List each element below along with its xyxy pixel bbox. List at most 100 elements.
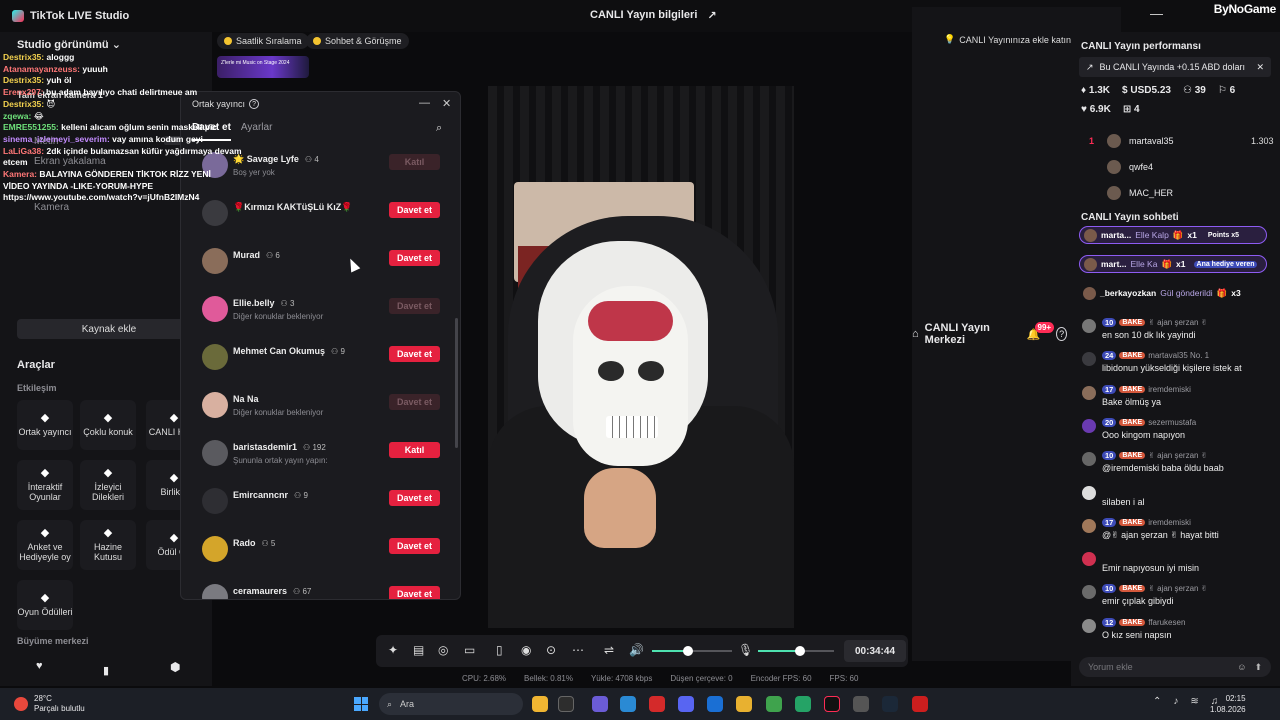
help-icon[interactable]: ?: [1056, 327, 1068, 341]
minimize-icon[interactable]: —: [419, 97, 430, 109]
volume-knob[interactable]: [683, 646, 693, 656]
taskbar-search[interactable]: ⌕ Ara: [379, 693, 523, 715]
home-icon[interactable]: ⌂: [912, 328, 919, 340]
discord-icon[interactable]: [678, 696, 694, 712]
tool-4[interactable]: ◆ İzleyici Dilekleri: [80, 460, 136, 510]
opera-icon[interactable]: [649, 696, 665, 712]
invite-button[interactable]: Davet et: [389, 250, 440, 266]
cohost-name-text: Ellie.belly: [233, 298, 275, 308]
scrollbar[interactable]: [455, 318, 458, 448]
avatar[interactable]: [202, 536, 228, 562]
share-icon[interactable]: ↗: [707, 9, 716, 22]
ranking-row[interactable]: MAC_HER: [1089, 186, 1279, 200]
avatar[interactable]: [202, 392, 228, 418]
tool-3[interactable]: ◆ İnteraktif Oyunlar: [17, 460, 73, 510]
live-tip[interactable]: 💡 CANLI Yayınınıza ekle katın: [944, 34, 1071, 45]
tool-9[interactable]: ◆ Oyun Ödülleri: [17, 580, 73, 630]
avatar[interactable]: [202, 488, 228, 514]
steam-icon[interactable]: [882, 696, 898, 712]
chat-username[interactable]: ✌ ajan şerzan ✌: [1148, 584, 1207, 593]
tool-6[interactable]: ◆ Anket ve Hediyeyle oy: [17, 520, 73, 570]
chat-username[interactable]: ffarukesen: [1148, 618, 1185, 627]
volume-slider[interactable]: [652, 646, 732, 656]
chat-username[interactable]: iremdemiski: [1148, 385, 1191, 394]
ranking-row[interactable]: 1 martaval35 1.303: [1089, 134, 1279, 148]
search-icon[interactable]: ⌕: [436, 122, 442, 135]
invite-button[interactable]: Davet et: [389, 202, 440, 218]
invite-button[interactable]: Davet et: [389, 298, 440, 314]
tool-1[interactable]: ◆ Çoklu konuk: [80, 400, 136, 450]
mail-icon[interactable]: [707, 696, 723, 712]
chat-username[interactable]: ✌ ajan şerzan ✌: [1148, 451, 1207, 460]
avatar[interactable]: [202, 440, 228, 466]
chat-username[interactable]: ✌ ajan şerzan ✌: [1148, 318, 1207, 327]
explorer-icon[interactable]: [558, 696, 574, 712]
live-center-link[interactable]: CANLI Yayın Merkezi: [925, 322, 1005, 346]
live-info-title[interactable]: CANLI Yayın bilgileri ↗: [590, 9, 717, 22]
obs-icon[interactable]: [853, 696, 869, 712]
tool-label: İzleyici Dilekleri: [91, 482, 124, 502]
weather-widget[interactable]: 28°C Parçalı bulutlu: [14, 694, 85, 714]
avatar[interactable]: [202, 296, 228, 322]
mixer-icon[interactable]: ⇌: [604, 643, 614, 657]
youtube-icon[interactable]: [912, 696, 928, 712]
camera-icon[interactable]: ⊙: [546, 643, 556, 657]
invite-button[interactable]: Davet et: [389, 538, 440, 554]
invite-button[interactable]: Davet et: [389, 394, 440, 410]
close-icon[interactable]: ✕: [1256, 62, 1264, 73]
teams-icon[interactable]: [592, 696, 608, 712]
app-icon[interactable]: [795, 696, 811, 712]
gift-text: Gül gönderildi: [1160, 288, 1213, 298]
chrome-2-icon[interactable]: [766, 696, 782, 712]
windows-start-icon[interactable]: [354, 697, 368, 711]
tool-7[interactable]: ◆ Hazine Kutusu: [80, 520, 136, 570]
mic-knob[interactable]: [794, 646, 805, 656]
join-button[interactable]: Katıl: [389, 442, 440, 458]
hourly-ranking-chip[interactable]: Saatlik Sıralama: [217, 33, 309, 49]
avatar[interactable]: [202, 248, 228, 274]
tool-0[interactable]: ◆ Ortak yayıncı: [17, 400, 73, 450]
avatar[interactable]: [202, 584, 228, 599]
emoji-icon[interactable]: ☺: [1237, 662, 1246, 672]
magic-wand-icon[interactable]: ✦: [388, 643, 398, 657]
edge-icon[interactable]: [620, 696, 636, 712]
clock[interactable]: 02:15 1.08.2026: [1210, 693, 1246, 715]
speaker-icon[interactable]: 🔊: [629, 643, 644, 657]
screen-icon[interactable]: ▭: [464, 643, 475, 657]
overlay-chat-text: https://www.youtube.com/watch?v=jUfnB2IM…: [3, 192, 200, 203]
join-button[interactable]: Katıl: [389, 154, 440, 170]
mic-tray-icon[interactable]: ♪: [1173, 696, 1178, 707]
chat-username[interactable]: iremdemiski: [1148, 518, 1191, 527]
send-icon[interactable]: ⬆: [1254, 662, 1262, 673]
invite-button[interactable]: Davet et: [389, 346, 440, 362]
close-icon[interactable]: ✕: [442, 97, 451, 110]
invite-button[interactable]: Davet et: [389, 490, 440, 506]
add-source-button[interactable]: Kaynak ekle: [17, 319, 201, 339]
cohost-status: Diğer konuklar bekleniyor: [233, 408, 324, 417]
microphone-icon[interactable]: 🎙: [738, 643, 753, 657]
more-icon[interactable]: ⋯: [572, 643, 584, 657]
ranking-row[interactable]: qwfe4: [1089, 160, 1279, 174]
studio-view-dropdown[interactable]: Studio görünümü ⌄: [17, 38, 121, 51]
folder-icon[interactable]: [736, 696, 752, 712]
record-icon[interactable]: ◉: [521, 643, 531, 657]
tiktok-app-icon[interactable]: [824, 696, 840, 712]
phone-icon[interactable]: ▯: [496, 643, 503, 657]
effects-icon[interactable]: ◎: [438, 643, 448, 657]
invite-button[interactable]: Davet et: [389, 586, 440, 599]
growth-tool-icon[interactable]: ▮: [103, 664, 109, 677]
growth-tool-icon[interactable]: ⬢: [170, 660, 180, 674]
mic-slider[interactable]: [758, 646, 834, 656]
chrome-icon[interactable]: [532, 696, 548, 712]
minimize-icon[interactable]: —: [1150, 6, 1163, 21]
chat-username[interactable]: sezermustafa: [1148, 418, 1196, 427]
notification-bell-icon[interactable]: 🔔 99+: [1027, 321, 1055, 341]
chat-username[interactable]: martaval35 No. 1: [1148, 351, 1209, 360]
comment-input[interactable]: Yorum ekle ☺ ⬆: [1079, 657, 1271, 677]
avatar[interactable]: [202, 344, 228, 370]
growth-tool-icon[interactable]: ♥: [36, 660, 43, 672]
layout-icon[interactable]: ▤: [413, 643, 424, 657]
chat-call-chip[interactable]: Sohbet & Görüşme: [306, 33, 409, 49]
chevron-up-icon[interactable]: ⌃: [1153, 696, 1161, 707]
wifi-icon[interactable]: ≋: [1190, 696, 1198, 707]
